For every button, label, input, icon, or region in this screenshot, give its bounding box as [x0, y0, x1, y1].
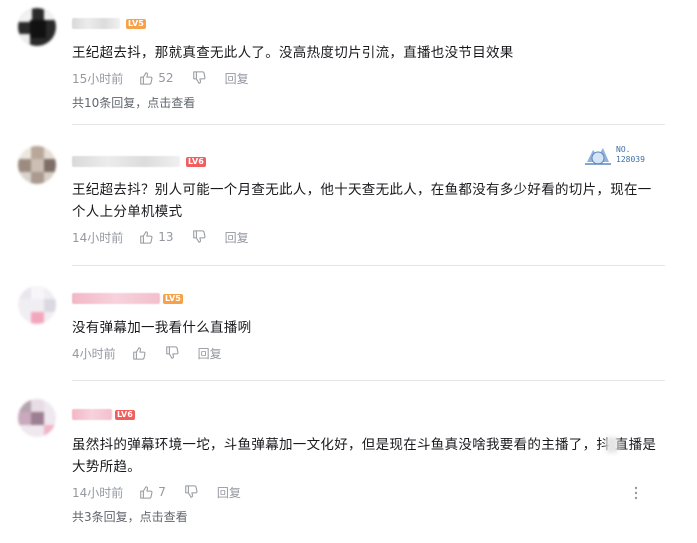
divider: [72, 124, 665, 125]
comment-meta: 15小时前 52 回复: [72, 70, 249, 86]
thumbs-down-icon[interactable]: [192, 230, 206, 244]
like-count: 13: [158, 230, 174, 244]
comment-text: 王纪超去抖，那就真查无此人了。没高热度切片引流，直播也没节目效果: [72, 45, 514, 61]
level-badge: LV5: [126, 19, 146, 29]
divider: [72, 380, 665, 381]
redacted-blur: [606, 437, 618, 453]
thumbs-up-icon[interactable]: [132, 346, 146, 360]
timestamp: 4小时前: [72, 346, 116, 361]
level-badge: LV5: [163, 294, 183, 304]
divider: [72, 265, 665, 266]
reply-button[interactable]: 回复: [225, 70, 249, 87]
thumbs-up-icon[interactable]: [139, 485, 153, 499]
comment-meta: 4小时前 回复: [72, 345, 222, 361]
view-replies-link[interactable]: 共3条回复，点击查看: [72, 508, 188, 525]
comment-meta: 14小时前 13 回复: [72, 229, 249, 245]
timestamp: 14小时前: [72, 230, 124, 245]
timestamp: 15小时前: [72, 71, 124, 86]
reply-button[interactable]: 回复: [198, 345, 222, 362]
thumbs-up-icon[interactable]: [139, 71, 153, 85]
avatar[interactable]: [18, 286, 56, 324]
reply-button[interactable]: 回复: [225, 229, 249, 246]
fan-badge[interactable]: NO. 128039: [583, 144, 673, 168]
username[interactable]: [72, 156, 180, 167]
reply-button[interactable]: 回复: [217, 484, 241, 501]
thumbs-down-icon[interactable]: [192, 71, 206, 85]
more-vertical-icon[interactable]: [633, 486, 639, 500]
like-count: 7: [158, 485, 166, 499]
comment-text: 没有弹幕加一我看什么直播咧: [72, 320, 252, 336]
badge-emblem-icon: [585, 148, 611, 165]
comment-text: 虽然抖的弹幕环境一坨，斗鱼弹幕加一文化好，但是现在斗鱼真没啥我要看的主播了，抖 …: [72, 437, 657, 475]
timestamp: 14小时前: [72, 485, 124, 500]
comment-meta: 14小时前 7 回复: [72, 484, 241, 500]
level-badge: LV6: [186, 157, 206, 167]
level-badge: LV6: [115, 410, 135, 420]
thumbs-down-icon[interactable]: [184, 485, 198, 499]
thumbs-up-icon[interactable]: [139, 230, 153, 244]
like-count: 52: [158, 71, 174, 85]
avatar[interactable]: [18, 8, 56, 46]
username[interactable]: [72, 409, 112, 420]
badge-number: NO. 128039: [616, 145, 645, 164]
username[interactable]: [72, 18, 120, 29]
avatar[interactable]: [18, 146, 56, 184]
view-replies-link[interactable]: 共10条回复，点击查看: [72, 94, 195, 111]
thumbs-down-icon[interactable]: [165, 346, 179, 360]
avatar[interactable]: [18, 399, 56, 437]
comment-text: 王纪超去抖？别人可能一个月查无此人，他十天查无此人，在鱼都没有多少好看的切片，现…: [72, 182, 652, 220]
username[interactable]: [72, 293, 160, 304]
